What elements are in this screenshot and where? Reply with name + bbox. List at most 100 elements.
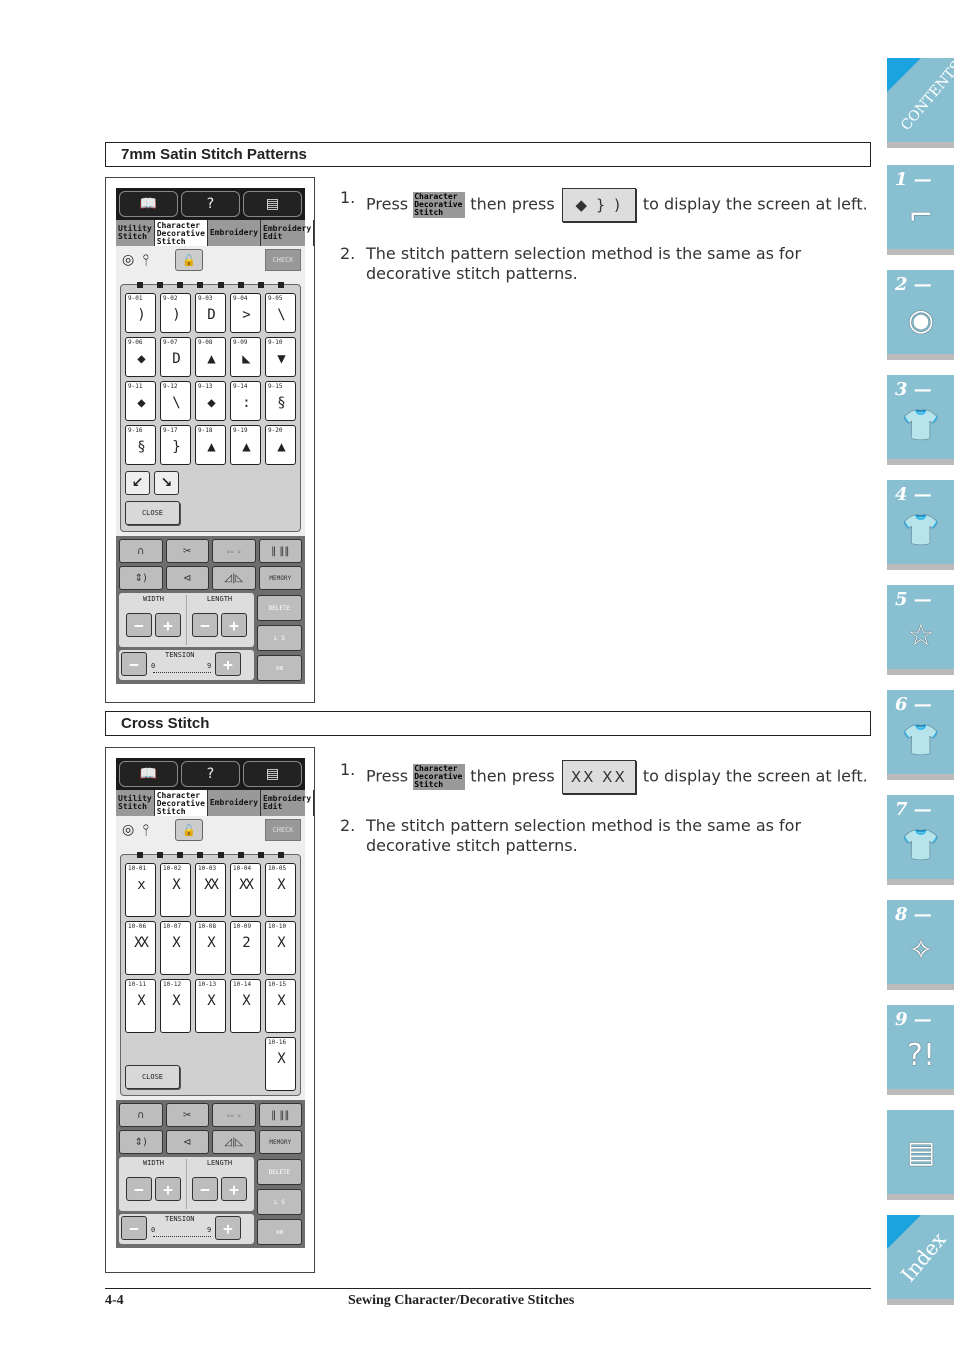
pattern-key[interactable]: 10-09 2: [230, 921, 261, 975]
chapter-tab-pages[interactable]: ▤: [887, 1110, 954, 1194]
pattern-key[interactable]: 10-06 XX: [125, 921, 156, 975]
length-plus-button[interactable]: +: [221, 613, 247, 637]
lock-icon[interactable]: 🔓: [175, 249, 204, 271]
document-icon[interactable]: ▤: [243, 761, 302, 787]
pattern-key[interactable]: 9-13 ◆: [195, 381, 226, 421]
chapter-tab-sewing-machine[interactable]: 1 — ⌐: [887, 165, 954, 249]
mirror-vertical-icon[interactable]: ◿|◺: [212, 566, 256, 590]
pattern-key[interactable]: 9-18 ▲: [195, 425, 226, 465]
chapter-tab-machine-care[interactable]: 8 — ✧: [887, 900, 954, 984]
pattern-key[interactable]: 10-08 X: [195, 921, 226, 975]
delete-button[interactable]: DELETE: [257, 1159, 302, 1185]
help-machine-icon[interactable]: ?: [181, 761, 240, 787]
width-plus-button[interactable]: +: [155, 613, 181, 637]
pattern-key[interactable]: 9-02): [160, 293, 191, 333]
tab-utility-stitch[interactable]: Utility Stitch: [116, 790, 155, 816]
tab-character-decorative[interactable]: Character Decorative Stitch: [154, 220, 208, 246]
pattern-key[interactable]: 9-04 >: [230, 293, 261, 333]
pattern-key[interactable]: 10-16 X: [265, 1037, 296, 1091]
width-plus-button[interactable]: +: [155, 1177, 181, 1201]
pattern-key[interactable]: 10-02 X: [160, 863, 191, 917]
tab-embroidery-edit[interactable]: Embroidery Edit: [261, 220, 315, 246]
size-ls-button[interactable]: L S: [257, 625, 302, 651]
pattern-key[interactable]: 9-05 \: [265, 293, 296, 333]
help-machine-icon[interactable]: ?: [181, 191, 240, 217]
memory-button[interactable]: MEMORY: [258, 566, 302, 590]
pattern-key[interactable]: 9-10 ▼: [265, 337, 296, 377]
tension-plus-button[interactable]: +: [215, 1216, 241, 1240]
scissors-icon[interactable]: ✂: [165, 1103, 209, 1127]
pattern-key[interactable]: 9-03 D: [195, 293, 226, 333]
stitch-pattern-icon[interactable]: ☆☆ ☆: [212, 539, 256, 563]
needle-mode-icon[interactable]: ‖ ‖‖: [258, 539, 302, 563]
chapter-tab-contents[interactable]: CONTENTS: [887, 58, 954, 142]
pattern-key[interactable]: 9-07 D: [160, 337, 191, 377]
chapter-tab-index[interactable]: Index: [887, 1215, 954, 1299]
pattern-key[interactable]: 10-03 XX: [195, 863, 226, 917]
close-button[interactable]: CLOSE: [125, 1065, 180, 1089]
chapter-tab-embroidery-hoop[interactable]: 5 — ☆: [887, 585, 954, 669]
pattern-key[interactable]: 10-07 X: [160, 921, 191, 975]
reverse-stitch-icon[interactable]: ∩: [119, 539, 163, 563]
length-plus-button[interactable]: +: [221, 1177, 247, 1201]
pattern-key[interactable]: 10-11 X: [125, 979, 156, 1033]
pattern-key[interactable]: 10-15 X: [265, 979, 296, 1033]
manual-book-icon[interactable]: 📖: [119, 761, 178, 787]
memory-button[interactable]: MEMORY: [258, 1130, 302, 1154]
mirror-vertical-icon[interactable]: ◿|◺: [212, 1130, 256, 1154]
arrow-down-right-icon[interactable]: ↘: [154, 471, 179, 495]
tension-plus-button[interactable]: +: [215, 652, 241, 676]
close-button[interactable]: CLOSE: [125, 501, 180, 525]
length-minus-button[interactable]: −: [192, 613, 218, 637]
check-button[interactable]: CHECK: [265, 249, 301, 271]
pattern-key[interactable]: 9-08 ▲: [195, 337, 226, 377]
pattern-key[interactable]: 9-11 ◆: [125, 381, 156, 421]
pattern-key[interactable]: 10-04 XX: [230, 863, 261, 917]
pattern-key[interactable]: 10-13 X: [195, 979, 226, 1033]
width-minus-button[interactable]: −: [126, 1177, 152, 1201]
check-button[interactable]: CHECK: [265, 819, 301, 841]
chapter-tab-shirt[interactable]: 3 — 👕: [887, 375, 954, 459]
delete-button[interactable]: DELETE: [257, 595, 302, 621]
width-minus-button[interactable]: −: [126, 613, 152, 637]
lock-icon[interactable]: 🔓: [175, 819, 204, 841]
tab-utility-stitch[interactable]: Utility Stitch: [116, 220, 155, 246]
pattern-key[interactable]: 9-19 ▲: [230, 425, 261, 465]
pattern-key[interactable]: 10-01 x: [125, 863, 156, 917]
scissors-icon[interactable]: ✂: [165, 539, 209, 563]
pattern-key[interactable]: 9-15 §: [265, 381, 296, 421]
pattern-key[interactable]: 10-12 X: [160, 979, 191, 1033]
pattern-key[interactable]: 9-20 ▲: [265, 425, 296, 465]
mirror-horizontal-icon[interactable]: ⊲: [165, 1130, 209, 1154]
size-ls-button[interactable]: L S: [257, 1189, 302, 1215]
chapter-tab-thread-spool[interactable]: 2 — ◉: [887, 270, 954, 354]
pattern-key[interactable]: 10-14 X: [230, 979, 261, 1033]
tension-minus-button[interactable]: −: [121, 652, 147, 676]
density-icon[interactable]: ≋≣: [257, 655, 302, 681]
pattern-key[interactable]: 9-01): [125, 293, 156, 333]
document-icon[interactable]: ▤: [243, 191, 302, 217]
tab-embroidery[interactable]: Embroidery: [208, 790, 262, 816]
pattern-key[interactable]: 9-16 §: [125, 425, 156, 465]
chapter-tab-machine-trouble[interactable]: 9 —?!: [887, 1005, 954, 1089]
tab-embroidery[interactable]: Embroidery: [208, 220, 262, 246]
mirror-horizontal-icon[interactable]: ⊲: [165, 566, 209, 590]
reverse-stitch-icon[interactable]: ∩: [119, 1103, 163, 1127]
pattern-key[interactable]: 10-05 X: [265, 863, 296, 917]
pattern-key[interactable]: 9-17}: [160, 425, 191, 465]
stitch-pattern-icon[interactable]: ☆☆ ☆: [212, 1103, 256, 1127]
tension-minus-button[interactable]: −: [121, 1216, 147, 1240]
length-minus-button[interactable]: −: [192, 1177, 218, 1201]
arrow-down-left-icon[interactable]: ↙: [125, 471, 150, 495]
pattern-key[interactable]: 9-14:: [230, 381, 261, 421]
manual-book-icon[interactable]: 📖: [119, 191, 178, 217]
tab-character-decorative[interactable]: Character Decorative Stitch: [154, 790, 208, 816]
pattern-key[interactable]: 10-10 X: [265, 921, 296, 975]
pattern-key[interactable]: 9-09 ◣: [230, 337, 261, 377]
chapter-tab-shirt-pen[interactable]: 7 — 👕: [887, 795, 954, 879]
chapter-tab-shirt-abc[interactable]: 4 — 👕: [887, 480, 954, 564]
density-icon[interactable]: ≋≣: [257, 1219, 302, 1245]
chapter-tab-shirt-edit[interactable]: 6 — 👕: [887, 690, 954, 774]
tab-embroidery-edit[interactable]: Embroidery Edit: [261, 790, 315, 816]
elongation-icon[interactable]: ⇕): [119, 566, 163, 590]
